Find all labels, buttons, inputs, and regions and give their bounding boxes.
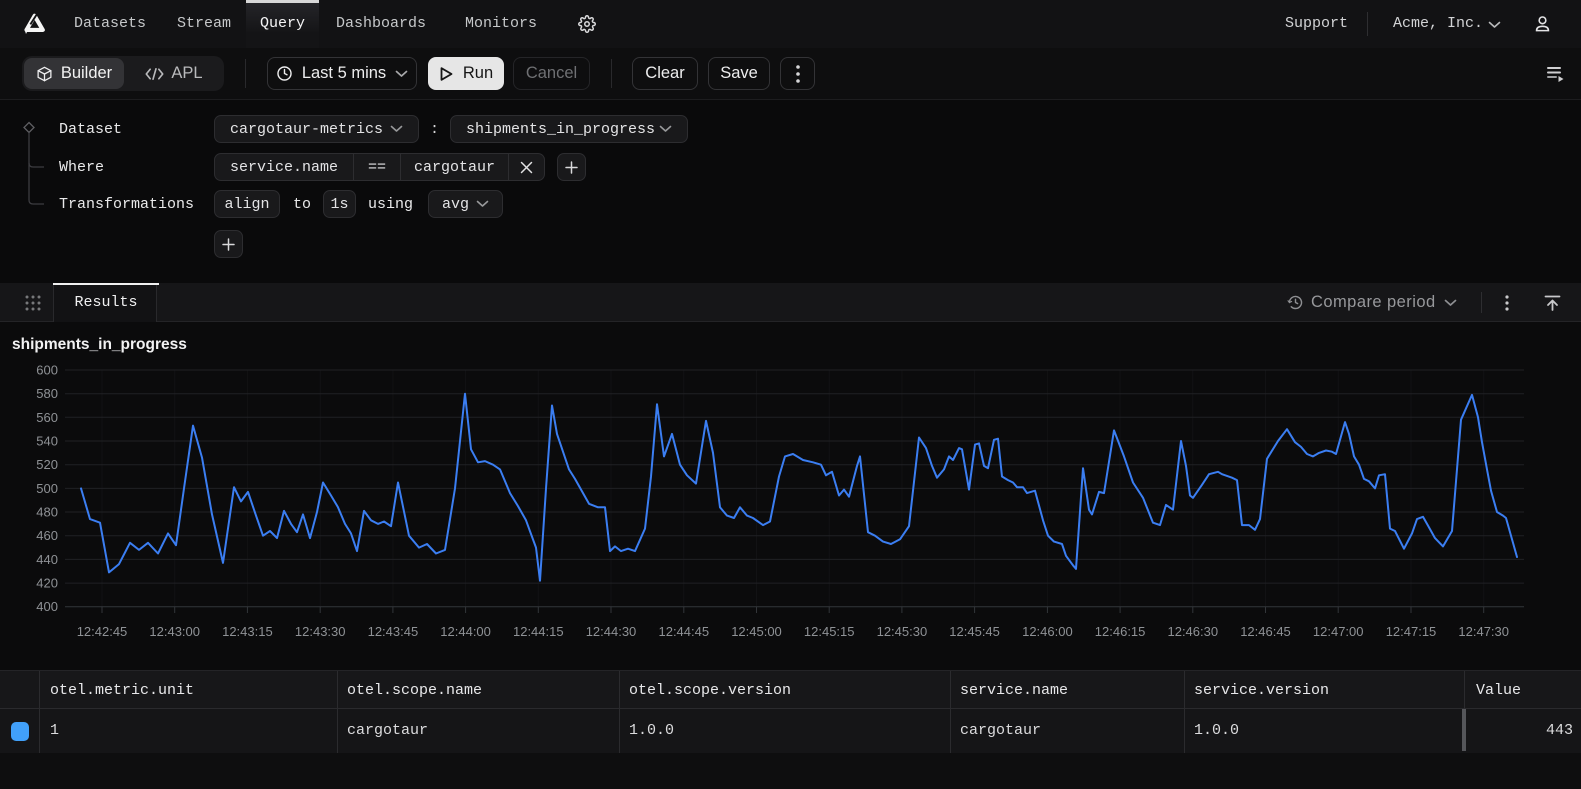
- svg-text:580: 580: [36, 386, 58, 401]
- svg-text:440: 440: [36, 552, 58, 567]
- svg-text:12:46:45: 12:46:45: [1240, 624, 1291, 639]
- svg-text:540: 540: [36, 434, 58, 449]
- svg-text:12:44:00: 12:44:00: [440, 624, 491, 639]
- svg-text:12:46:00: 12:46:00: [1022, 624, 1073, 639]
- svg-text:12:43:45: 12:43:45: [368, 624, 419, 639]
- svg-text:12:45:15: 12:45:15: [804, 624, 855, 639]
- svg-text:12:44:45: 12:44:45: [658, 624, 709, 639]
- svg-text:12:43:30: 12:43:30: [295, 624, 346, 639]
- svg-text:400: 400: [36, 599, 58, 614]
- svg-text:12:47:15: 12:47:15: [1386, 624, 1437, 639]
- svg-text:420: 420: [36, 576, 58, 591]
- svg-text:12:45:00: 12:45:00: [731, 624, 782, 639]
- svg-text:480: 480: [36, 505, 58, 520]
- svg-text:12:47:30: 12:47:30: [1458, 624, 1509, 639]
- svg-text:12:46:30: 12:46:30: [1167, 624, 1218, 639]
- svg-text:12:45:45: 12:45:45: [949, 624, 1000, 639]
- svg-text:12:43:15: 12:43:15: [222, 624, 273, 639]
- svg-text:12:42:45: 12:42:45: [77, 624, 128, 639]
- svg-text:12:44:15: 12:44:15: [513, 624, 564, 639]
- svg-text:12:46:15: 12:46:15: [1095, 624, 1146, 639]
- svg-text:560: 560: [36, 410, 58, 425]
- svg-text:12:44:30: 12:44:30: [586, 624, 637, 639]
- svg-text:12:43:00: 12:43:00: [149, 624, 200, 639]
- svg-text:520: 520: [36, 457, 58, 472]
- svg-text:600: 600: [36, 363, 58, 378]
- svg-text:460: 460: [36, 528, 58, 543]
- svg-text:500: 500: [36, 481, 58, 496]
- svg-text:12:45:30: 12:45:30: [877, 624, 928, 639]
- svg-text:12:47:00: 12:47:00: [1313, 624, 1364, 639]
